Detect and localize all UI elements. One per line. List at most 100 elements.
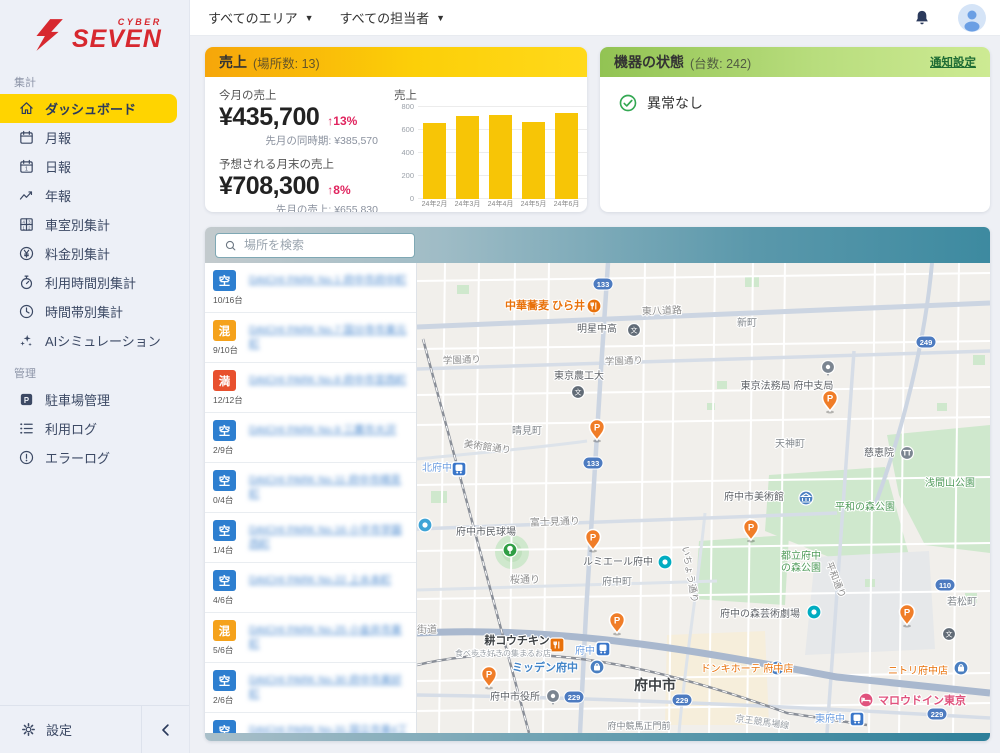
route-shield-229: 229 <box>564 691 584 703</box>
sidebar-item-grid-numbers[interactable]: 4312車室別集計 <box>0 210 177 239</box>
sidebar-section-label: 集計 <box>0 64 189 94</box>
route-shield-229: 229 <box>927 708 947 720</box>
sidebar-item-stopwatch[interactable]: 利用時間別集計 <box>0 268 177 297</box>
map[interactable]: 133249133110229229229 文文文 中華蕎麦 ひら井東八道路明星… <box>417 263 990 733</box>
map-label: 天神町 <box>775 437 805 450</box>
svg-text:1: 1 <box>25 166 28 172</box>
notifications-button[interactable] <box>912 8 932 28</box>
location-list[interactable]: 空10/16台DAICHI PARK No.1 府中市府中町混9/10台DAIC… <box>205 263 417 733</box>
current-sales-change: ↑13% <box>327 114 357 128</box>
ai-sparkles-icon <box>18 332 35 349</box>
capacity-count: 5/6台 <box>213 644 233 656</box>
location-search-box[interactable] <box>215 233 415 258</box>
route-shield-110: 110 <box>935 579 955 591</box>
brand-bolt-icon <box>28 16 66 54</box>
map-poi-temple-icon <box>901 447 914 460</box>
sales-card: 売上 (場所数: 13) 今月の売上 ¥435,700 ↑13% 先月の同時期:… <box>205 47 587 212</box>
map-label: 府中の森芸術劇場 <box>720 607 800 620</box>
sidebar-item-trend[interactable]: 年報 <box>0 181 177 210</box>
location-name-link[interactable]: DAICHI PARK No.25 小金井市東町 <box>249 620 410 656</box>
location-list-item[interactable]: 空 1/4台 DAICHI PARK No.16 小平市学園西町 <box>205 513 416 563</box>
location-list-item[interactable]: 混 5/6台 DAICHI PARK No.25 小金井市東町 <box>205 613 416 663</box>
map-label: ドンキホーテ 府中店 <box>701 662 794 675</box>
map-label: ニトリ府中店 <box>888 664 948 677</box>
search-icon <box>224 239 237 252</box>
map-toolbar <box>205 227 990 263</box>
sidebar-menu: 集計ダッシュボード月報1日報年報4312車室別集計料金別集計利用時間別集計時間帯… <box>0 64 189 472</box>
map-poi-station-icon <box>596 642 610 656</box>
map-label: 浅間山公園 <box>925 476 975 489</box>
clock-icon <box>18 303 35 320</box>
location-name-link[interactable]: DAICHI PARK No.7 国分寺市東元町 <box>249 320 410 356</box>
location-name-link[interactable]: DAICHI PARK No.30 府中市美好町 <box>249 670 410 706</box>
location-list-item[interactable]: 満12/12台DAICHI PARK No.8 府中市宮西町 <box>205 363 416 413</box>
location-list-item[interactable]: 空2/9台DAICHI PARK No.9 三鷹市大沢 <box>205 413 416 463</box>
topbar: すべてのエリア ▼ すべての担当者 ▼ <box>190 0 1000 36</box>
location-name-link[interactable]: DAICHI PARK No.31 国立市東4丁目 <box>249 720 410 733</box>
location-name-link[interactable]: DAICHI PARK No.9 三鷹市大沢 <box>249 420 396 456</box>
location-name-link[interactable]: DAICHI PARK No.8 府中市宮西町 <box>249 370 406 406</box>
svg-text:文: 文 <box>946 630 953 639</box>
sidebar-item-error[interactable]: エラーログ <box>0 443 177 472</box>
location-list-item[interactable]: 空4/6台DAICHI PARK No.22 上水本町 <box>205 563 416 613</box>
capacity-count: 12/12台 <box>213 394 243 406</box>
calendar-icon <box>18 129 35 146</box>
sidebar-item-calendar-day[interactable]: 1日報 <box>0 152 177 181</box>
check-circle-icon <box>618 93 638 113</box>
sidebar-item-clock[interactable]: 時間帯別集計 <box>0 297 177 326</box>
location-list-item[interactable]: 空2/7台DAICHI PARK No.31 国立市東4丁目 <box>205 713 416 733</box>
svg-text:P: P <box>614 616 621 627</box>
collapse-sidebar-button[interactable] <box>141 706 189 753</box>
sales-card-title: 売上 <box>219 52 247 72</box>
location-list-item[interactable]: 空10/16台DAICHI PARK No.1 府中市府中町 <box>205 263 416 313</box>
status-badge: 空 <box>213 520 236 541</box>
notification-settings-link[interactable]: 通知設定 <box>930 54 976 70</box>
status-badge: 混 <box>213 620 236 641</box>
capacity-count: 1/4台 <box>213 544 233 556</box>
map-label: 東京農工大 <box>554 369 604 382</box>
chart-bar-24年5月 <box>522 122 545 199</box>
gear-icon <box>20 721 37 738</box>
chart-x-label: 24年6月 <box>550 199 583 209</box>
location-name-link[interactable]: DAICHI PARK No.11 府中市晴見町 <box>249 470 410 506</box>
svg-text:P: P <box>904 608 911 619</box>
sidebar-item-yen-circle[interactable]: 料金別集計 <box>0 239 177 268</box>
map-poi-castle-icon <box>418 518 432 532</box>
sidebar-item-label: 駐車場管理 <box>45 390 110 409</box>
sidebar-item-label: ダッシュボード <box>45 99 136 118</box>
location-list-item[interactable]: 空2/6台DAICHI PARK No.30 府中市美好町 <box>205 663 416 713</box>
map-label: 街道 <box>417 623 437 636</box>
location-search-input[interactable] <box>244 238 406 252</box>
route-shield-249: 249 <box>916 336 936 348</box>
map-poi-hotel-icon <box>859 693 873 707</box>
staff-filter-dropdown[interactable]: すべての担当者 ▼ <box>340 8 446 27</box>
sidebar-item-home[interactable]: ダッシュボード <box>0 94 177 123</box>
location-list-item[interactable]: 空0/4台DAICHI PARK No.11 府中市晴見町 <box>205 463 416 513</box>
location-name-link[interactable]: DAICHI PARK No.1 府中市府中町 <box>249 270 406 306</box>
svg-text:229: 229 <box>568 693 581 702</box>
location-name-link[interactable]: DAICHI PARK No.22 上水本町 <box>249 570 391 606</box>
svg-text:133: 133 <box>587 459 600 468</box>
map-label: マロウドイン東京 <box>878 693 966 707</box>
map-poi-teal-icon <box>807 605 821 619</box>
location-name-link[interactable]: DAICHI PARK No.16 小平市学園西町 <box>249 520 410 556</box>
status-badge: 空 <box>213 420 236 441</box>
parking-icon: P <box>18 391 35 408</box>
sales-card-header: 売上 (場所数: 13) <box>205 47 587 77</box>
area-filter-dropdown[interactable]: すべてのエリア ▼ <box>208 8 314 27</box>
map-label: 平和の森公園 <box>835 500 895 513</box>
settings-button[interactable]: 設定 <box>0 720 141 739</box>
avatar[interactable] <box>958 4 986 32</box>
svg-text:P: P <box>590 533 597 544</box>
sidebar-item-ai-sparkles[interactable]: AIシミュレーション <box>0 326 177 355</box>
home-icon <box>18 100 35 117</box>
map-poi-school-icon: 文 <box>628 324 641 337</box>
map-label: 晴見町 <box>512 424 542 437</box>
status-badge: 空 <box>213 670 236 691</box>
status-badge: 空 <box>213 470 236 491</box>
sidebar-item-list[interactable]: 利用ログ <box>0 414 177 443</box>
location-list-item[interactable]: 混9/10台DAICHI PARK No.7 国分寺市東元町 <box>205 313 416 363</box>
sidebar-item-calendar[interactable]: 月報 <box>0 123 177 152</box>
sidebar-item-parking[interactable]: P 駐車場管理 <box>0 385 177 414</box>
svg-text:249: 249 <box>920 338 933 347</box>
